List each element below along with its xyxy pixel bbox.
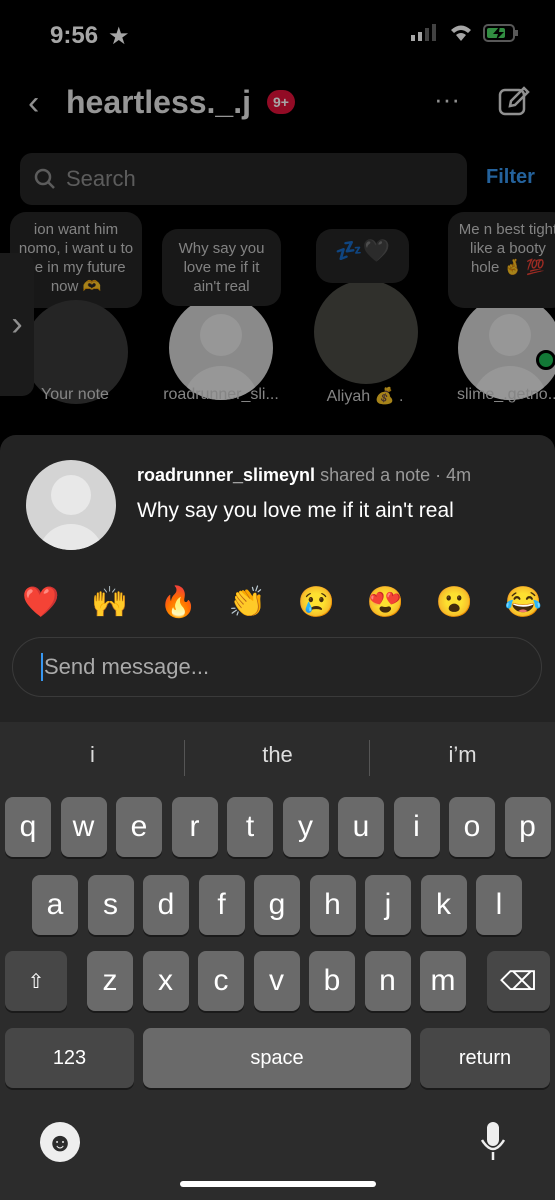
suggestion[interactable]: the bbox=[185, 742, 370, 768]
key-n[interactable]: n bbox=[364, 951, 411, 1011]
return-key[interactable]: return bbox=[420, 1028, 550, 1088]
key-j[interactable]: j bbox=[365, 875, 411, 935]
key-d[interactable]: d bbox=[143, 875, 189, 935]
space-key[interactable]: space bbox=[143, 1028, 411, 1088]
key-t[interactable]: t bbox=[227, 797, 273, 857]
reaction-button[interactable]: ❤️ bbox=[22, 585, 59, 620]
key-z[interactable]: z bbox=[87, 951, 133, 1011]
sheet-username[interactable]: roadrunner_slimeynl bbox=[137, 465, 315, 485]
key-s[interactable]: s bbox=[87, 875, 134, 935]
reaction-button[interactable]: 🙌 bbox=[91, 585, 128, 620]
sheet-meta: shared a note · 4m bbox=[320, 465, 472, 485]
key-x[interactable]: x bbox=[142, 951, 189, 1011]
dim-overlay bbox=[0, 0, 555, 435]
key-p[interactable]: p bbox=[504, 797, 551, 857]
reaction-row: ❤️ 🙌 🔥 👏 😢 😍 😮 😂 bbox=[22, 585, 542, 620]
key-w[interactable]: w bbox=[60, 797, 107, 857]
microphone-icon[interactable] bbox=[478, 1120, 508, 1164]
sheet-avatar[interactable] bbox=[26, 460, 116, 550]
key-r[interactable]: r bbox=[171, 797, 218, 857]
numbers-key[interactable]: 123 bbox=[5, 1028, 134, 1088]
suggestion[interactable]: i bbox=[0, 742, 185, 768]
sheet-note-text: Why say you love me if it ain't real bbox=[137, 499, 454, 522]
suggestion[interactable]: i’m bbox=[370, 742, 555, 768]
message-placeholder: Send message... bbox=[44, 654, 210, 679]
shift-key[interactable]: ⇧ bbox=[5, 951, 67, 1011]
key-g[interactable]: g bbox=[254, 875, 300, 935]
emoji-keyboard-icon[interactable]: ☻ bbox=[40, 1122, 80, 1162]
text-cursor bbox=[41, 653, 43, 681]
key-u[interactable]: u bbox=[338, 797, 384, 857]
key-h[interactable]: h bbox=[309, 875, 356, 935]
key-q[interactable]: q bbox=[5, 797, 51, 857]
key-k[interactable]: k bbox=[420, 875, 467, 935]
key-b[interactable]: b bbox=[309, 951, 355, 1011]
key-e[interactable]: e bbox=[116, 797, 162, 857]
reaction-button[interactable]: 😮 bbox=[436, 585, 473, 620]
key-c[interactable]: c bbox=[198, 951, 244, 1011]
key-l[interactable]: l bbox=[476, 875, 522, 935]
key-f[interactable]: f bbox=[198, 875, 245, 935]
reaction-button[interactable]: 😍 bbox=[367, 585, 404, 620]
reaction-button[interactable]: 👏 bbox=[229, 585, 266, 620]
reaction-button[interactable]: 😂 bbox=[505, 585, 542, 620]
key-o[interactable]: o bbox=[449, 797, 495, 857]
reaction-button[interactable]: 🔥 bbox=[160, 585, 197, 620]
message-input[interactable]: Send message... bbox=[12, 637, 542, 697]
reaction-button[interactable]: 😢 bbox=[298, 585, 335, 620]
key-a[interactable]: a bbox=[32, 875, 78, 935]
key-v[interactable]: v bbox=[253, 951, 300, 1011]
note-reply-sheet: roadrunner_slimeynl shared a note · 4m W… bbox=[0, 435, 555, 725]
key-m[interactable]: m bbox=[420, 951, 466, 1011]
backspace-key[interactable]: ⌫ bbox=[487, 951, 550, 1011]
key-i[interactable]: i bbox=[393, 797, 440, 857]
home-indicator bbox=[180, 1181, 376, 1187]
key-y[interactable]: y bbox=[282, 797, 329, 857]
